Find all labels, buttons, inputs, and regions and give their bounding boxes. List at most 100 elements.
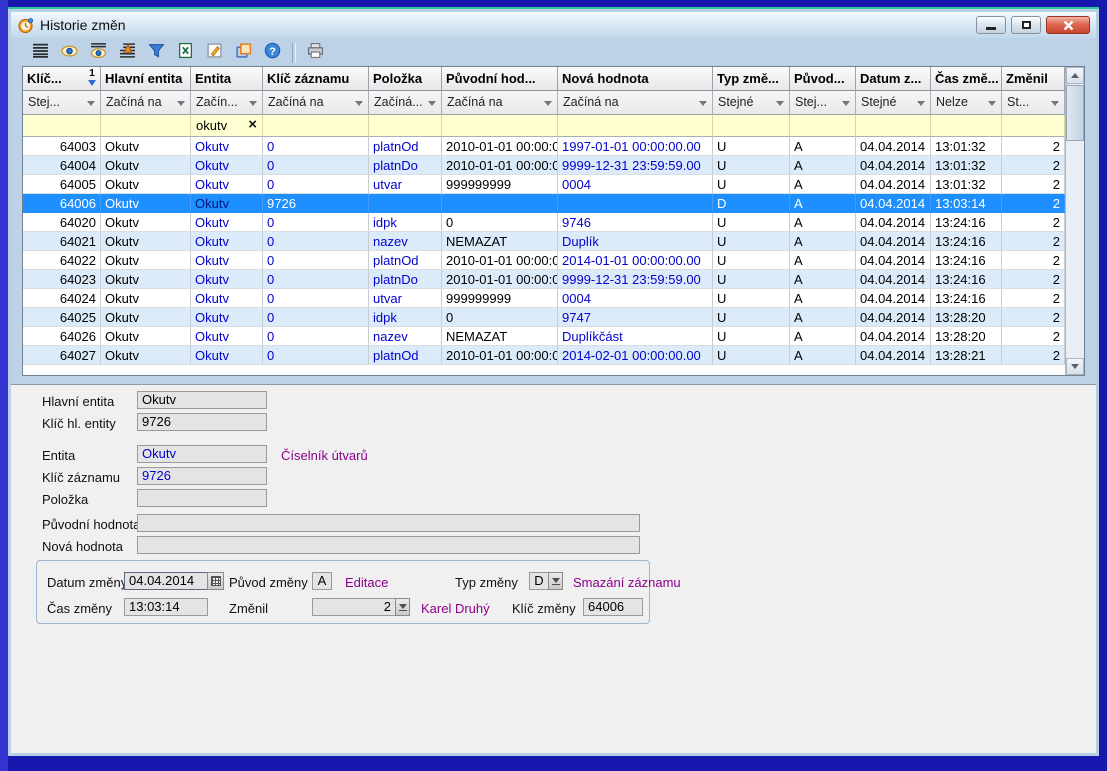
- cell-nova-hodnota[interactable]: 9999-12-31 23:59:59.00: [558, 270, 713, 288]
- cell-datum-zmeny[interactable]: 04.04.2014: [856, 232, 931, 250]
- cell-entita[interactable]: Okutv: [191, 232, 263, 250]
- cell-hlavni-entita[interactable]: Okutv: [101, 251, 191, 269]
- cell-klic[interactable]: 64022: [23, 251, 101, 269]
- filter-operator-klic-zaznamu[interactable]: Začíná na: [263, 91, 369, 115]
- cell-entita[interactable]: Okutv: [191, 156, 263, 174]
- cell-nova-hodnota[interactable]: 2014-02-01 00:00:00.00: [558, 346, 713, 364]
- cell-cas-zmeny[interactable]: 13:24:16: [931, 232, 1002, 250]
- grid-row-64020[interactable]: 64020OkutvOkutv0idpk09746UA04.04.201413:…: [23, 213, 1065, 232]
- filter-operator-puvod-zmeny[interactable]: Stej...: [790, 91, 856, 115]
- cell-entita[interactable]: Okutv: [191, 175, 263, 193]
- grid-row-64027[interactable]: 64027OkutvOkutv0platnOd2010-01-01 00:00:…: [23, 346, 1065, 365]
- cell-puvod-zmeny[interactable]: A: [790, 156, 856, 174]
- column-header-typ-zmeny[interactable]: Typ změ...: [713, 67, 790, 91]
- filter-operator-klic[interactable]: Stej...: [23, 91, 101, 115]
- filter-value-puvod-zmeny[interactable]: [790, 115, 856, 137]
- group-rows-button[interactable]: [114, 40, 141, 66]
- cell-datum-zmeny[interactable]: 04.04.2014: [856, 308, 931, 326]
- cell-klic[interactable]: 64006: [23, 194, 101, 212]
- klic-zmeny-field[interactable]: 64006: [583, 598, 643, 616]
- cell-klic-zaznamu[interactable]: 0: [263, 213, 369, 231]
- cell-polozka[interactable]: [369, 194, 442, 212]
- puvod-zmeny-field[interactable]: A: [312, 572, 332, 590]
- filter-value-puvodni-hodnota[interactable]: [442, 115, 558, 137]
- filter-operator-polozka[interactable]: Začíná...: [369, 91, 442, 115]
- cell-klic-zaznamu[interactable]: 0: [263, 251, 369, 269]
- cell-zmenil[interactable]: 2: [1002, 232, 1065, 250]
- column-header-klic[interactable]: Klíč...1: [23, 67, 101, 91]
- column-header-nova-hodnota[interactable]: Nová hodnota: [558, 67, 713, 91]
- typ-zmeny-dropdown-button[interactable]: [548, 572, 563, 590]
- column-header-datum-zmeny[interactable]: Datum z...: [856, 67, 931, 91]
- cell-klic-zaznamu[interactable]: 0: [263, 175, 369, 193]
- scroll-up-button[interactable]: [1066, 67, 1084, 84]
- cell-entita[interactable]: Okutv: [191, 251, 263, 269]
- print-button[interactable]: [302, 40, 329, 66]
- edit-note-button[interactable]: [201, 40, 228, 66]
- cell-nova-hodnota[interactable]: Duplíkčást: [558, 327, 713, 345]
- cell-zmenil[interactable]: 2: [1002, 213, 1065, 231]
- cell-polozka[interactable]: platnOd: [369, 137, 442, 155]
- filter-value-klic-zaznamu[interactable]: [263, 115, 369, 137]
- cell-typ-zmeny[interactable]: U: [713, 270, 790, 288]
- column-header-polozka[interactable]: Položka: [369, 67, 442, 91]
- filter-operator-datum-zmeny[interactable]: Stejné: [856, 91, 931, 115]
- close-button[interactable]: [1046, 16, 1090, 34]
- cell-typ-zmeny[interactable]: D: [713, 194, 790, 212]
- cell-puvod-zmeny[interactable]: A: [790, 308, 856, 326]
- cell-hlavni-entita[interactable]: Okutv: [101, 232, 191, 250]
- cell-polozka[interactable]: platnOd: [369, 346, 442, 364]
- hlavni-entita-field[interactable]: Okutv: [137, 391, 267, 409]
- cell-datum-zmeny[interactable]: 04.04.2014: [856, 156, 931, 174]
- column-header-puvod-zmeny[interactable]: Původ...: [790, 67, 856, 91]
- klic-hl-entity-field[interactable]: 9726: [137, 413, 267, 431]
- cell-cas-zmeny[interactable]: 13:28:20: [931, 327, 1002, 345]
- copy-button[interactable]: [230, 40, 257, 66]
- cell-puvod-zmeny[interactable]: A: [790, 194, 856, 212]
- cell-hlavni-entita[interactable]: Okutv: [101, 270, 191, 288]
- grid-row-64005[interactable]: 64005OkutvOkutv0utvar9999999990004UA04.0…: [23, 175, 1065, 194]
- filter-value-typ-zmeny[interactable]: [713, 115, 790, 137]
- cell-polozka[interactable]: utvar: [369, 289, 442, 307]
- cell-polozka[interactable]: platnOd: [369, 251, 442, 269]
- grid-row-64003[interactable]: 64003OkutvOkutv0platnOd2010-01-01 00:00:…: [23, 137, 1065, 156]
- cell-zmenil[interactable]: 2: [1002, 194, 1065, 212]
- filter-operator-typ-zmeny[interactable]: Stejné: [713, 91, 790, 115]
- nova-hodnota-field[interactable]: [137, 536, 640, 554]
- zmenil-field[interactable]: 2: [312, 598, 396, 616]
- cell-zmenil[interactable]: 2: [1002, 308, 1065, 326]
- cell-cas-zmeny[interactable]: 13:28:21: [931, 346, 1002, 364]
- datum-zmeny-field[interactable]: 04.04.2014: [124, 572, 208, 590]
- column-header-cas-zmeny[interactable]: Čas změ...: [931, 67, 1002, 91]
- cell-nova-hodnota[interactable]: 0004: [558, 175, 713, 193]
- cell-hlavni-entita[interactable]: Okutv: [101, 346, 191, 364]
- cell-puvod-zmeny[interactable]: A: [790, 213, 856, 231]
- cell-klic-zaznamu[interactable]: 9726: [263, 194, 369, 212]
- grid-row-64021[interactable]: 64021OkutvOkutv0nazevNEMAZATDuplíkUA04.0…: [23, 232, 1065, 251]
- cell-klic[interactable]: 64024: [23, 289, 101, 307]
- cell-klic[interactable]: 64005: [23, 175, 101, 193]
- grid-row-64022[interactable]: 64022OkutvOkutv0platnOd2010-01-01 00:00:…: [23, 251, 1065, 270]
- cell-puvodni-hodnota[interactable]: 0: [442, 213, 558, 231]
- cell-entita[interactable]: Okutv: [191, 270, 263, 288]
- cell-datum-zmeny[interactable]: 04.04.2014: [856, 137, 931, 155]
- view-rows-eye-button[interactable]: [85, 40, 112, 66]
- cell-klic[interactable]: 64023: [23, 270, 101, 288]
- cell-puvodni-hodnota[interactable]: 999999999: [442, 289, 558, 307]
- cell-puvod-zmeny[interactable]: A: [790, 232, 856, 250]
- cell-klic-zaznamu[interactable]: 0: [263, 137, 369, 155]
- typ-zmeny-field[interactable]: D: [529, 572, 549, 590]
- cell-entita[interactable]: Okutv: [191, 308, 263, 326]
- grid-row-64026[interactable]: 64026OkutvOkutv0nazevNEMAZATDuplíkčástUA…: [23, 327, 1065, 346]
- filter-value-klic[interactable]: [23, 115, 101, 137]
- filter-value-zmenil[interactable]: [1002, 115, 1065, 137]
- cell-puvodni-hodnota[interactable]: 2010-01-01 00:00:00.00: [442, 137, 558, 155]
- scrollbar-thumb[interactable]: [1066, 85, 1084, 141]
- cell-hlavni-entita[interactable]: Okutv: [101, 289, 191, 307]
- cell-nova-hodnota[interactable]: Duplík: [558, 232, 713, 250]
- filter-operator-entita[interactable]: Začín...: [191, 91, 263, 115]
- grid-vertical-scrollbar[interactable]: [1065, 67, 1084, 375]
- cell-hlavni-entita[interactable]: Okutv: [101, 308, 191, 326]
- cell-hlavni-entita[interactable]: Okutv: [101, 327, 191, 345]
- cell-nova-hodnota[interactable]: 0004: [558, 289, 713, 307]
